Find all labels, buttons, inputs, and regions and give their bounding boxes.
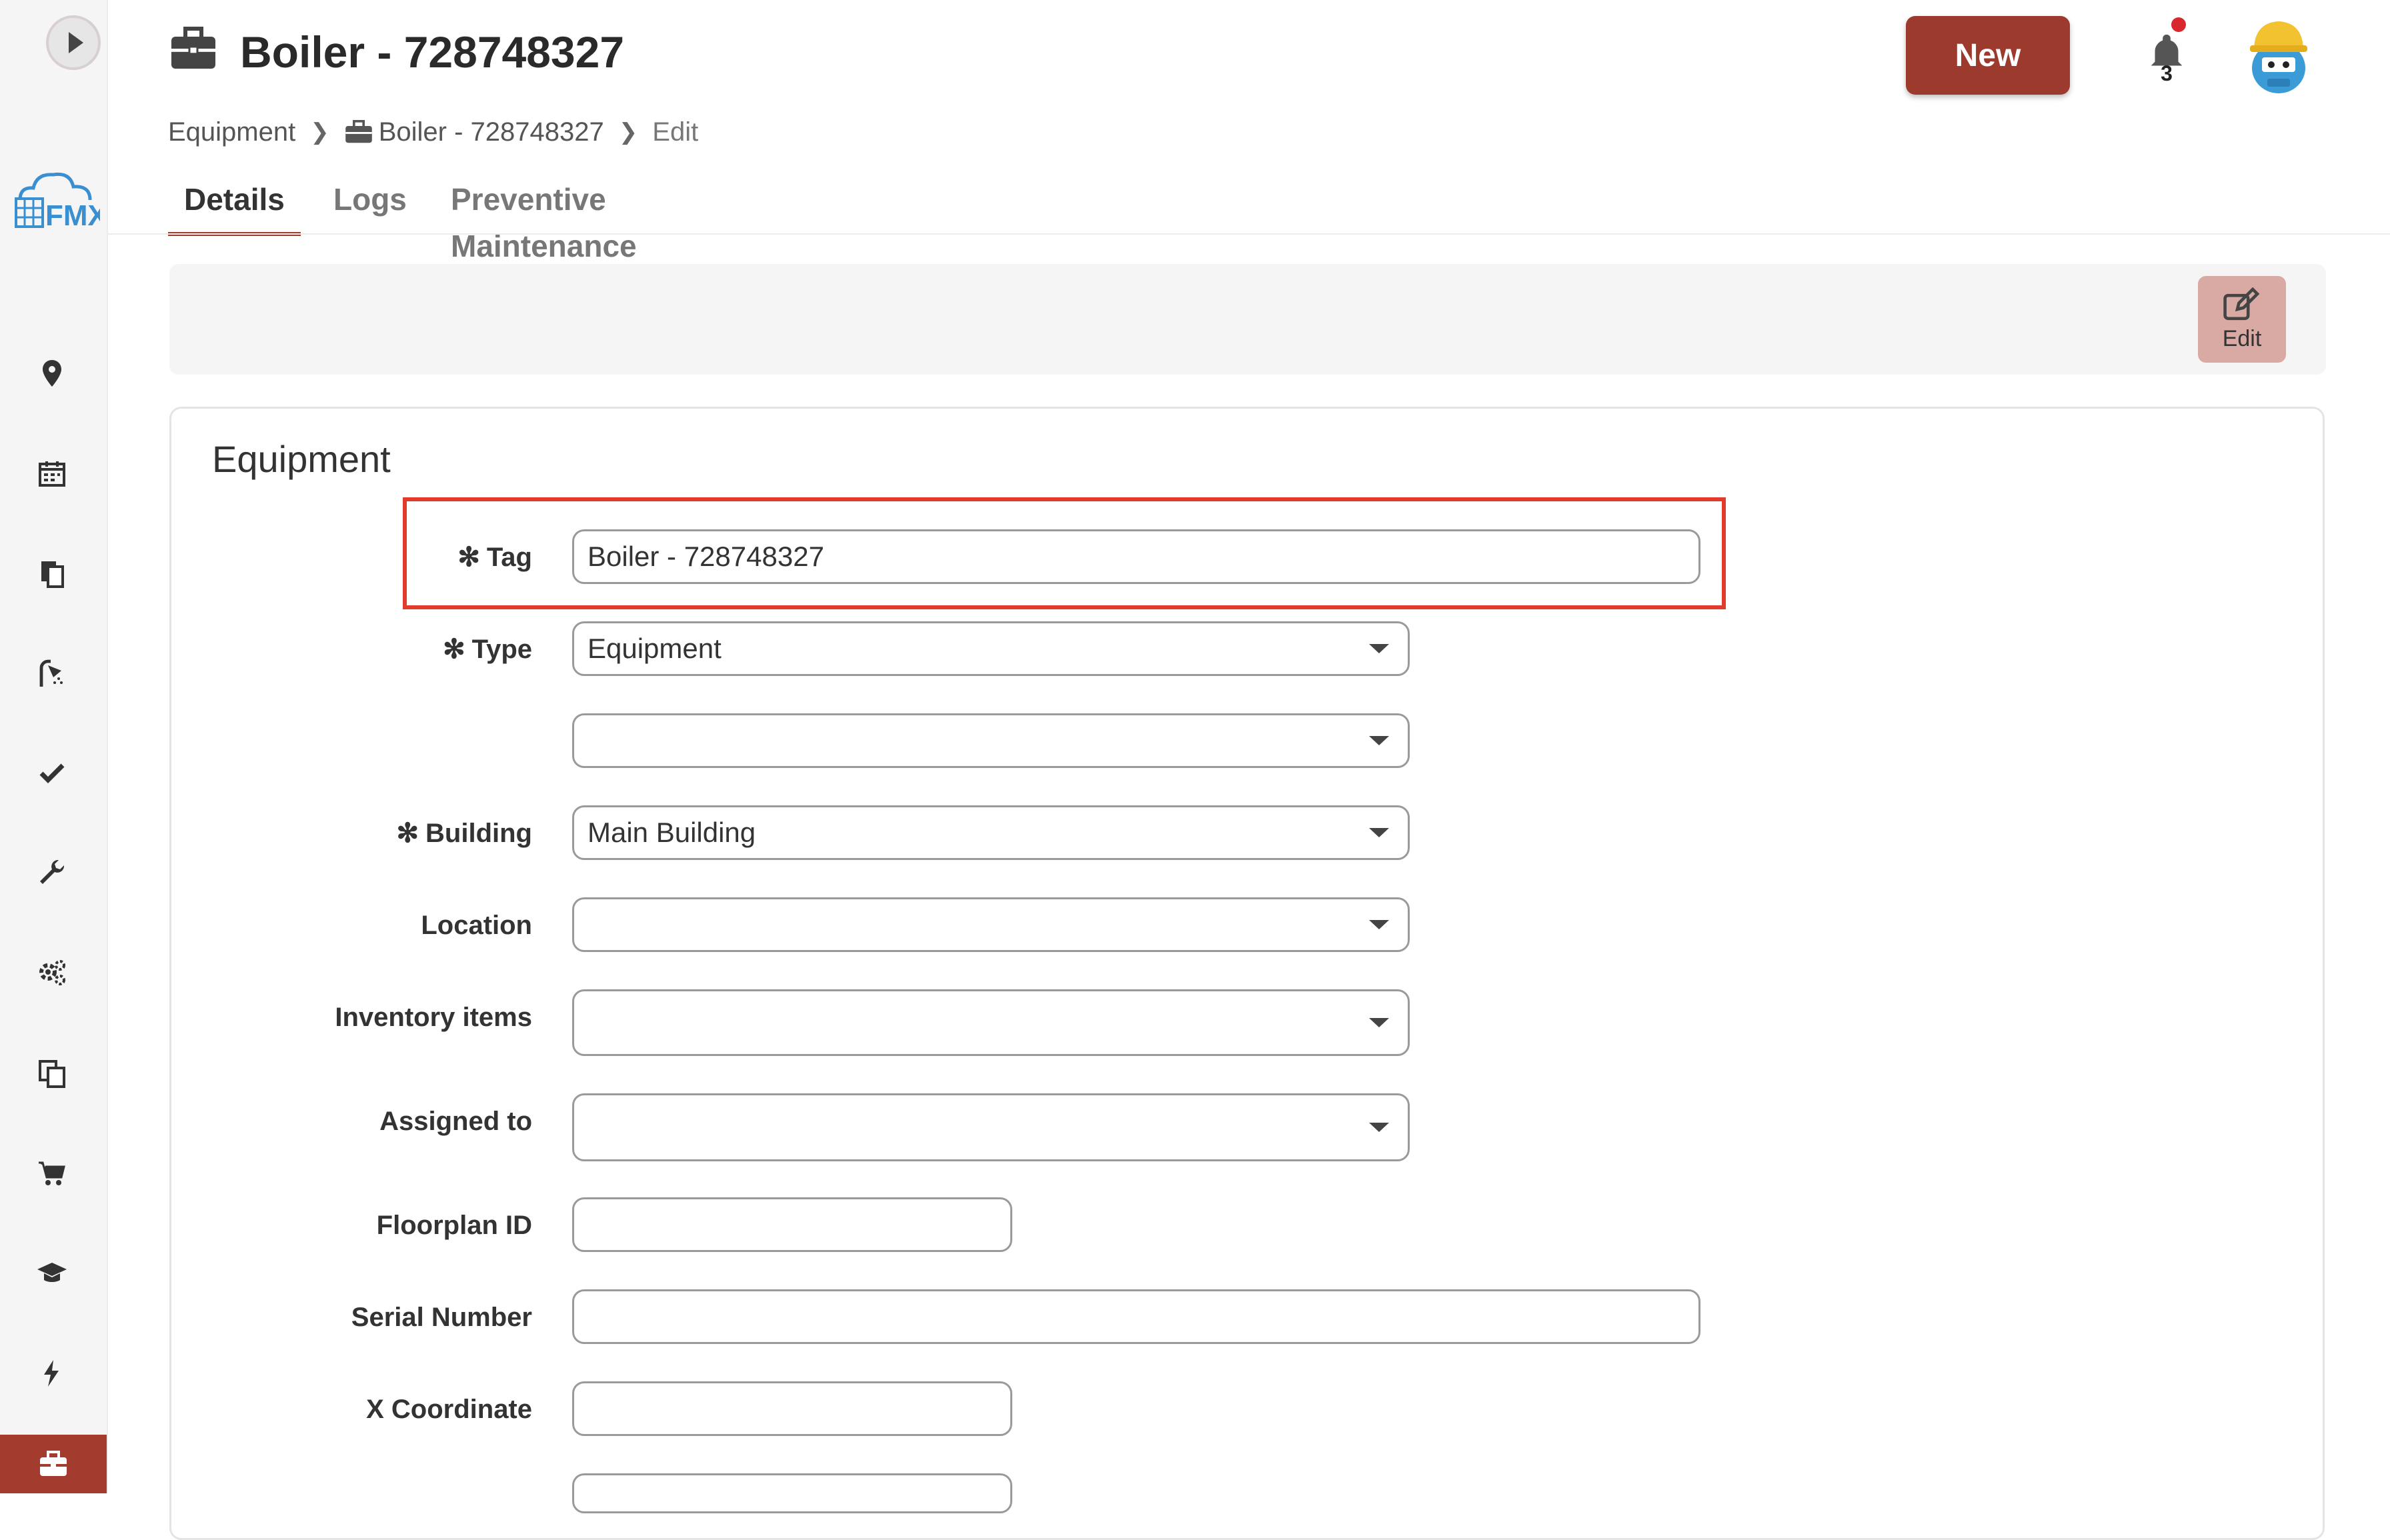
calendar-icon[interactable] (27, 448, 77, 499)
notification-count: 3 (2161, 61, 2173, 85)
map-pin-icon[interactable] (27, 348, 77, 399)
assigned-to-select[interactable] (572, 1093, 1410, 1161)
fmx-logo[interactable]: FMX (7, 160, 100, 233)
play-icon (69, 32, 83, 53)
briefcase-icon (171, 27, 215, 69)
briefcase-icon (40, 1451, 67, 1476)
sidebar-item-equipment[interactable] (0, 1435, 107, 1493)
inventory-items-label: Inventory items (335, 1003, 532, 1032)
chevron-right-icon: ❯ (310, 119, 329, 145)
sidebar: FMX (0, 0, 108, 1493)
documents-icon[interactable] (27, 548, 77, 599)
page-title: Boiler - 728748327 (240, 27, 625, 77)
svg-text:FMX: FMX (45, 199, 100, 232)
location-label: Location (421, 911, 532, 940)
floorplan-id-input[interactable] (572, 1197, 1012, 1252)
checkmark-icon[interactable] (27, 748, 77, 799)
breadcrumb: Equipment ❯ Boiler - 728748327 ❯ Edit (168, 113, 698, 151)
graduation-cap-icon[interactable] (27, 1248, 77, 1299)
inventory-items-select[interactable] (572, 989, 1410, 1056)
new-button[interactable]: New (1906, 16, 2070, 95)
x-coordinate-label: X Coordinate (366, 1395, 532, 1424)
serial-number-label: Serial Number (351, 1303, 532, 1332)
wrench-icon[interactable] (27, 848, 77, 899)
type-select[interactable]: Equipment (572, 621, 1410, 676)
subtype-select[interactable] (572, 713, 1410, 768)
type-label: ✻ Type (443, 635, 532, 664)
next-field-input[interactable] (572, 1473, 1012, 1513)
breadcrumb-item-edit: Edit (652, 117, 699, 147)
tab-preventive-maintenance[interactable]: Preventive Maintenance (451, 176, 637, 263)
highlight-box (403, 497, 1726, 609)
gears-icon[interactable] (27, 948, 77, 999)
location-select[interactable] (572, 897, 1410, 952)
briefcase-icon (345, 120, 372, 143)
action-toolbar (169, 264, 2326, 375)
caret-down-icon (1369, 644, 1389, 653)
building-select[interactable]: Main Building (572, 805, 1410, 860)
edit-button[interactable]: Edit (2198, 276, 2286, 363)
caret-down-icon (1369, 1018, 1389, 1027)
breadcrumb-item-equipment[interactable]: Equipment (168, 117, 295, 147)
cart-icon[interactable] (27, 1148, 77, 1199)
copy-icon[interactable] (27, 1048, 77, 1099)
caret-down-icon (1369, 736, 1389, 745)
assigned-to-label: Assigned to (379, 1107, 532, 1136)
serial-number-input[interactable] (572, 1289, 1700, 1344)
sidebar-toggle-button[interactable] (46, 15, 101, 70)
edit-icon (2223, 287, 2260, 320)
lightning-icon[interactable] (27, 1348, 77, 1399)
tab-logs[interactable]: Logs (333, 176, 407, 232)
shower-icon[interactable] (27, 648, 77, 699)
caret-down-icon (1369, 828, 1389, 837)
required-asterisk-icon: ✻ (396, 819, 419, 848)
x-coordinate-input[interactable] (572, 1381, 1012, 1436)
chevron-right-icon: ❯ (618, 119, 638, 145)
section-title: Equipment (212, 438, 391, 480)
floorplan-id-label: Floorplan ID (376, 1211, 532, 1240)
breadcrumb-item-boiler[interactable]: Boiler - 728748327 (379, 117, 604, 147)
building-label: ✻ Building (396, 819, 532, 848)
caret-down-icon (1369, 1123, 1389, 1132)
tab-divider (107, 233, 2390, 235)
notification-dot (2171, 17, 2186, 32)
tab-details[interactable]: Details (168, 176, 301, 236)
edit-label: Edit (2222, 325, 2262, 351)
required-asterisk-icon: ✻ (443, 635, 465, 664)
avatar[interactable] (2242, 13, 2315, 96)
caret-down-icon (1369, 920, 1389, 929)
